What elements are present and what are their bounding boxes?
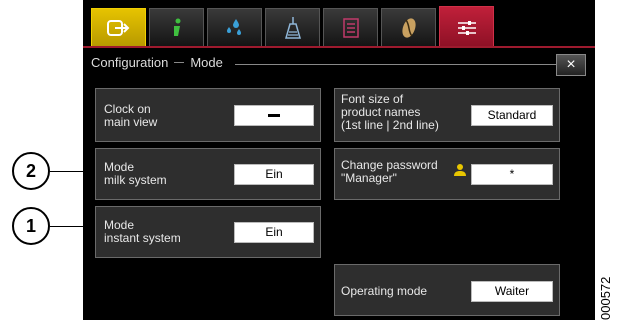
instant-system-value[interactable]: Ein	[234, 222, 314, 243]
setting-label: Change password "Manager"	[341, 158, 438, 185]
care-tab[interactable]	[207, 8, 262, 46]
callout-2: 2	[12, 152, 50, 190]
close-icon: ×	[566, 56, 576, 73]
callout-1: 1	[12, 207, 50, 245]
setting-milk-system-mode: Mode milk system Ein	[95, 148, 321, 200]
setting-label: Font size of product names (1st line | 2…	[341, 92, 439, 132]
settings-tab[interactable]	[439, 6, 494, 48]
setting-change-password-manager: Change password "Manager" *	[334, 148, 560, 200]
breadcrumb-divider	[174, 62, 185, 63]
setting-label: Mode instant system	[104, 218, 181, 245]
coffee-tab[interactable]	[381, 8, 436, 46]
setting-label: Mode milk system	[104, 160, 167, 187]
list-tab[interactable]	[323, 8, 378, 46]
machine-screen: Configuration Mode × Clock on main view …	[83, 0, 595, 320]
password-value[interactable]: *	[471, 164, 553, 185]
breadcrumb-subsection: Mode	[190, 55, 223, 70]
setting-label: Clock on main view	[104, 102, 158, 129]
breadcrumb-section: Configuration	[91, 55, 169, 70]
cleaning-tab[interactable]	[265, 8, 320, 46]
operating-mode-value[interactable]: Waiter	[471, 281, 553, 302]
drops-icon	[226, 18, 241, 35]
dash-indicator	[268, 114, 280, 118]
info-tab[interactable]	[149, 8, 204, 46]
cleaning-icon	[284, 16, 301, 39]
info-icon	[173, 18, 180, 36]
milk-system-value[interactable]: Ein	[234, 164, 314, 185]
bean-icon	[401, 17, 416, 38]
setting-operating-mode: Operating mode Waiter	[334, 264, 560, 316]
close-button[interactable]: ×	[556, 54, 586, 76]
font-size-value[interactable]: Standard	[471, 105, 553, 126]
setting-label: Operating mode	[341, 284, 428, 298]
sliders-icon	[457, 20, 476, 35]
breadcrumb: Configuration Mode	[91, 55, 223, 70]
home-tab[interactable]	[91, 8, 146, 46]
setting-instant-system-mode: Mode instant system Ein	[95, 206, 321, 258]
clock-toggle-value[interactable]	[234, 105, 314, 126]
setting-clock-on-main-view: Clock on main view	[95, 88, 321, 142]
setting-font-size-product-names: Font size of product names (1st line | 2…	[334, 88, 560, 142]
document-id: 000572	[598, 276, 613, 320]
header-rule	[235, 64, 575, 65]
tab-underline	[83, 46, 595, 48]
list-icon	[342, 17, 359, 38]
user-icon	[454, 164, 466, 176]
logout-icon	[106, 19, 129, 36]
